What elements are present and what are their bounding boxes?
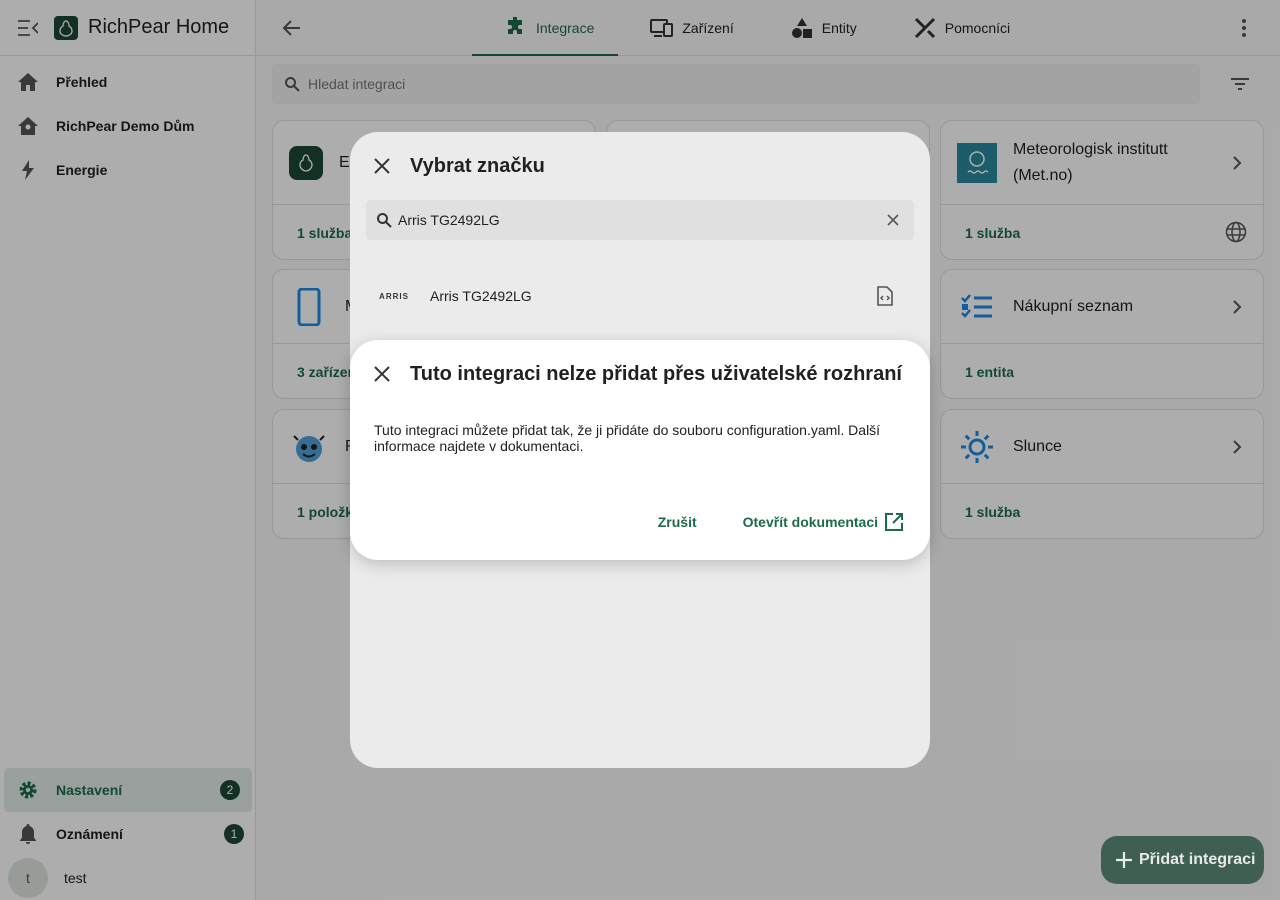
brand-search-input[interactable]: Arris TG2492LG <box>366 200 914 240</box>
dialog-actions: Zrušit Otevřít dokumentaci <box>658 512 904 532</box>
dialog-header: Tuto integraci nelze přidat přes uživate… <box>350 340 930 408</box>
add-integration-button[interactable]: Přidat integraci <box>1101 836 1264 884</box>
clear-icon[interactable] <box>886 213 900 227</box>
plus-icon <box>1115 851 1133 869</box>
open-docs-button[interactable]: Otevřít dokumentaci <box>743 512 904 532</box>
close-icon[interactable] <box>372 364 392 384</box>
dialog-body: Tuto integraci můžete přidat tak, že ji … <box>374 422 881 454</box>
list-item[interactable]: ARRIS Arris TG2492LG <box>350 274 930 318</box>
close-icon[interactable] <box>372 156 392 176</box>
open-in-new-icon <box>884 512 904 532</box>
code-file-icon <box>876 286 896 306</box>
alert-dialog: Tuto integraci nelze přidat přes uživate… <box>350 340 930 560</box>
arris-logo: ARRIS <box>379 291 409 301</box>
cancel-button[interactable]: Zrušit <box>658 514 697 530</box>
dialog-header: Vybrat značku <box>350 132 930 200</box>
open-docs-label: Otevřít dokumentaci <box>742 514 878 530</box>
brand-search-value: Arris TG2492LG <box>398 212 500 228</box>
add-integration-label: Přidat integraci <box>1139 851 1256 868</box>
dialog-title: Vybrat značku <box>410 154 545 177</box>
dialog-title: Tuto integraci nelze přidat přes uživate… <box>410 362 902 385</box>
brand-label: Arris TG2492LG <box>430 288 532 304</box>
search-icon <box>376 212 392 228</box>
